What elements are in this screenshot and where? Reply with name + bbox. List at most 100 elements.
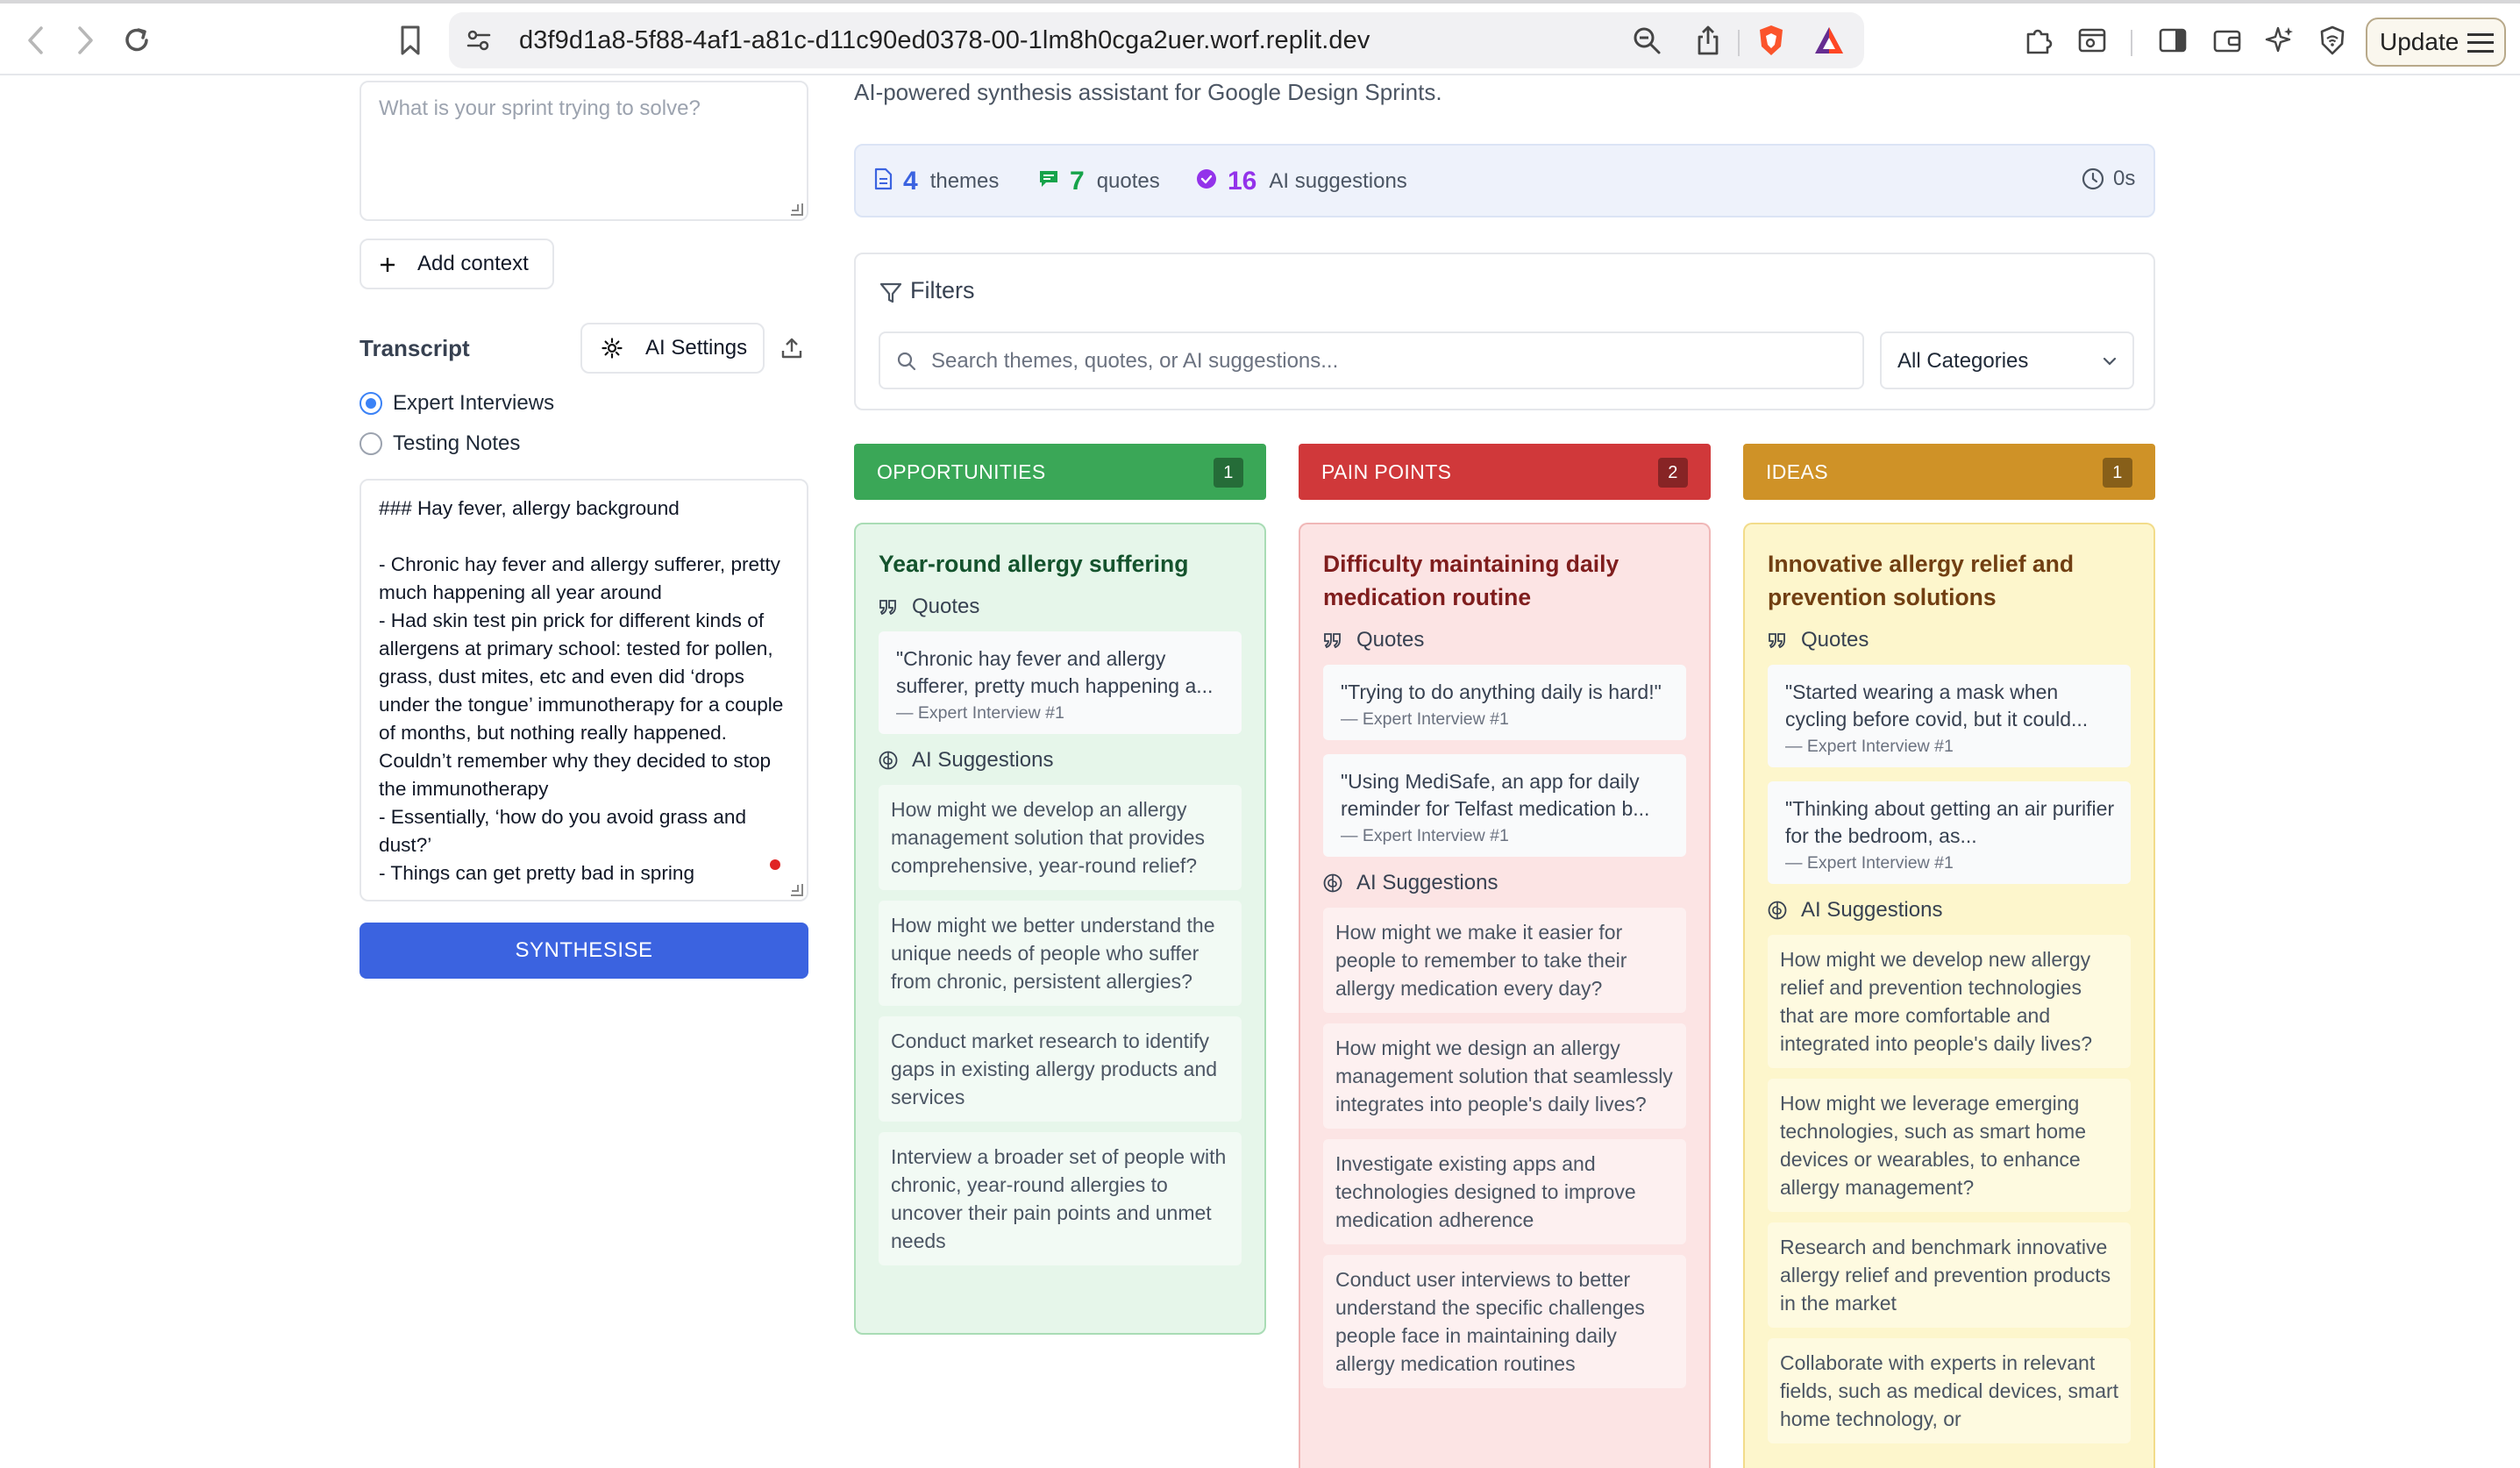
stat-ai-suggestions: 16 AI suggestions [1196, 167, 1407, 196]
theme-title: Year-round allergy suffering [879, 551, 1189, 577]
column-count-badge: 1 [2103, 458, 2132, 488]
theme-card: Difficulty maintaining daily medication … [1299, 523, 1711, 1468]
brave-shields-icon[interactable] [1754, 23, 1789, 58]
back-icon[interactable] [18, 23, 53, 58]
quote-text: "Chronic hay fever and allergy sufferer,… [896, 647, 1214, 697]
chevron-down-icon [2101, 353, 2118, 370]
ai-suggestion-item[interactable]: How might we develop an allergy manageme… [879, 785, 1242, 890]
quote-item[interactable]: "Thinking about getting an air purifier … [1768, 781, 2131, 884]
stat-timer: 0s [2082, 167, 2135, 191]
quotes-heading: Quotes [1768, 628, 2131, 652]
quote-text: "Thinking about getting an air purifier … [1785, 797, 2115, 847]
column-count-badge: 2 [1658, 458, 1688, 488]
quote-text: "Started wearing a mask when cycling bef… [1785, 681, 2089, 730]
ai-suggestion-item[interactable]: How might we design an allergy managemen… [1323, 1023, 1686, 1129]
transcript-text: ### Hay fever, allergy background - Chro… [379, 497, 784, 884]
forward-icon[interactable] [68, 23, 103, 58]
brain-icon [879, 751, 905, 770]
plus-icon [379, 255, 396, 273]
quote-item[interactable]: "Trying to do anything daily is hard!" — … [1323, 665, 1686, 740]
quote-item[interactable]: "Started wearing a mask when cycling bef… [1768, 665, 2131, 767]
quote-source: — Expert Interview #1 [1785, 853, 1954, 873]
problem-statement-input[interactable]: What is your sprint trying to solve? [359, 81, 808, 221]
ai-suggestion-item[interactable]: Investigate existing apps and technologi… [1323, 1139, 1686, 1244]
ai-suggestion-item[interactable]: How might we make it easier for people t… [1323, 908, 1686, 1013]
reload-icon[interactable] [119, 23, 154, 58]
toolbar-divider [2131, 30, 2132, 56]
radio-button-icon [359, 432, 382, 455]
column-header-label: IDEAS [1766, 460, 1829, 483]
sidebar-toggle-icon[interactable] [2155, 23, 2190, 58]
ai-suggestion-item[interactable]: How might we leverage emerging technolog… [1768, 1079, 2131, 1212]
column-count-badge: 1 [1214, 458, 1243, 488]
theme-card: Innovative allergy relief and prevention… [1743, 523, 2155, 1468]
quote-source: — Expert Interview #1 [896, 703, 1064, 723]
transcript-textarea[interactable]: ### Hay fever, allergy background - Chro… [359, 479, 808, 901]
site-settings-icon[interactable] [463, 25, 495, 56]
grammar-indicator-icon [770, 859, 780, 870]
theme-title: Innovative allergy relief and prevention… [1768, 551, 2075, 610]
resize-handle-icon[interactable] [791, 884, 803, 896]
ai-suggestion-item[interactable]: Conduct user interviews to better unders… [1323, 1255, 1686, 1388]
themes-count: 4 [903, 167, 918, 196]
theme-title: Difficulty maintaining daily medication … [1323, 551, 1619, 610]
ai-suggestions-heading: AI Suggestions [1768, 898, 2131, 923]
problem-placeholder: What is your sprint trying to solve? [379, 96, 701, 120]
category-select[interactable]: All Categories [1880, 331, 2134, 389]
ai-suggestion-item[interactable]: Conduct market research to identify gaps… [879, 1016, 1242, 1122]
filter-icon [879, 281, 903, 305]
column-header[interactable]: PAIN POINTS 2 [1299, 444, 1711, 500]
leo-ai-icon[interactable] [2262, 23, 2297, 58]
tab-search-icon[interactable] [2075, 23, 2110, 58]
search-icon [896, 351, 917, 372]
chat-icon [1038, 168, 1059, 196]
quote-source: — Expert Interview #1 [1785, 737, 1954, 756]
ai-suggestions-heading: AI Suggestions [1323, 871, 1686, 895]
themes-label: themes [929, 169, 1000, 193]
synthesise-button[interactable]: SYNTHESISE [359, 923, 808, 979]
ai-settings-button[interactable]: AI Settings [580, 323, 765, 374]
add-context-button[interactable]: Add context [359, 239, 554, 289]
quotes-heading-label: Quotes [912, 595, 980, 618]
quote-icon [879, 598, 905, 616]
ai-suggestion-item[interactable]: Collaborate with experts in relevant fie… [1768, 1338, 2131, 1443]
ai-count: 16 [1228, 167, 1257, 196]
toolbar-divider [1738, 30, 1740, 56]
ai-suggestion-item[interactable]: How might we develop new allergy relief … [1768, 935, 2131, 1068]
column-header[interactable]: IDEAS 1 [1743, 444, 2155, 500]
quote-text: "Trying to do anything daily is hard!" [1341, 681, 1662, 703]
zoom-out-icon[interactable] [1631, 25, 1662, 56]
ai-suggestion-item[interactable]: Research and benchmark innovative allerg… [1768, 1222, 2131, 1328]
category-value: All Categories [1897, 349, 2029, 373]
clock-icon [2082, 167, 2104, 190]
filters-title: Filters [910, 277, 975, 303]
brain-icon [1768, 901, 1794, 920]
extensions-icon[interactable] [2020, 23, 2055, 58]
stat-quotes: 7 quotes [1038, 167, 1160, 196]
vpn-icon[interactable] [2315, 23, 2350, 58]
ai-heading-label: AI Suggestions [1356, 871, 1498, 894]
column-header[interactable]: OPPORTUNITIES 1 [854, 444, 1266, 500]
share-icon[interactable] [1692, 23, 1724, 58]
radio-testing-notes[interactable]: Testing Notes [359, 431, 520, 456]
brave-rewards-icon[interactable] [1812, 23, 1847, 58]
url-text[interactable]: d3f9d1a8-5f88-4af1-a81c-d11c90ed0378-00-… [519, 26, 1370, 55]
update-button[interactable]: Update [2366, 18, 2506, 67]
bookmark-icon[interactable] [393, 23, 428, 58]
wallet-icon[interactable] [2210, 23, 2245, 58]
resize-handle-icon[interactable] [791, 203, 803, 216]
quote-item[interactable]: "Using MediSafe, an app for daily remind… [1323, 754, 1686, 857]
search-input[interactable]: Search themes, quotes, or AI suggestions… [879, 331, 1864, 389]
radio-button-icon [359, 392, 382, 415]
quotes-count: 7 [1070, 167, 1085, 196]
browser-toolbar: d3f9d1a8-5f88-4af1-a81c-d11c90ed0378-00-… [0, 0, 2520, 75]
ai-suggestion-item[interactable]: How might we better understand the uniqu… [879, 901, 1242, 1006]
radio-expert-interviews[interactable]: Expert Interviews [359, 391, 554, 416]
ai-suggestions-heading: AI Suggestions [879, 748, 1242, 773]
quotes-heading: Quotes [879, 595, 1242, 619]
quote-item[interactable]: "Chronic hay fever and allergy sufferer,… [879, 631, 1242, 734]
ai-suggestion-item[interactable]: Interview a broader set of people with c… [879, 1132, 1242, 1265]
transcript-title: Transcript [359, 335, 470, 361]
upload-icon[interactable] [777, 333, 807, 363]
quotes-heading: Quotes [1323, 628, 1686, 652]
